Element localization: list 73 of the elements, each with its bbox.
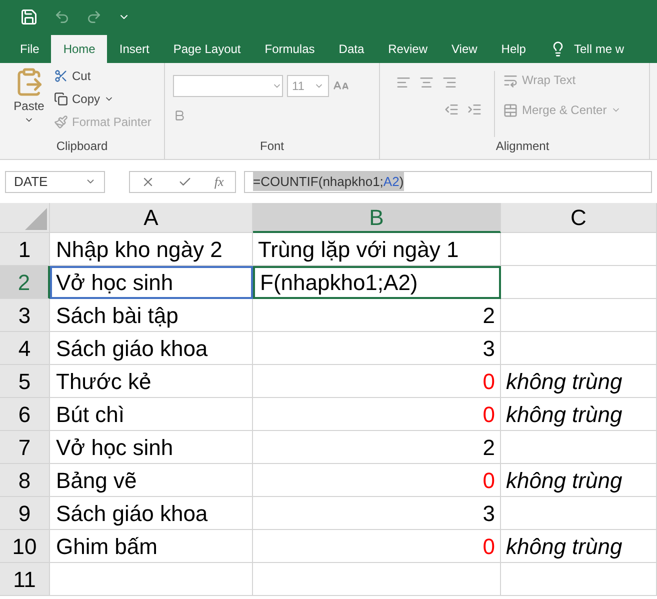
cell-editor[interactable]: F(nhapkho1;A2) (253, 266, 501, 299)
row-header[interactable]: 5 (0, 365, 50, 398)
formula-text: =COUNTIF(nhapkho1;A2) (253, 172, 404, 192)
table-cell: Sách giáo khoa (50, 497, 253, 530)
font-name-field[interactable] (173, 75, 283, 97)
row-header[interactable]: 8 (0, 464, 50, 497)
column-header[interactable]: A (50, 203, 253, 233)
table-cell: Vở học sinh (50, 266, 253, 299)
row-header[interactable]: 6 (0, 398, 50, 431)
column-header[interactable]: B (253, 203, 501, 233)
save-icon[interactable] (20, 8, 38, 26)
table-cell: Bảng vẽ (50, 464, 253, 497)
table-cell: Nhập kho ngày 2 (50, 233, 253, 266)
table-cell: 2 (253, 431, 501, 464)
ribbon-tab[interactable]: View (440, 35, 490, 63)
increase-indent-icon[interactable] (467, 102, 482, 117)
table-cell: Sách giáo khoa (50, 332, 253, 365)
column-header[interactable]: C (501, 203, 657, 233)
decrease-indent-icon[interactable] (444, 102, 459, 117)
group-label: Clipboard (56, 138, 108, 155)
align-bottom-icon[interactable] (442, 75, 457, 90)
group-label: Alignment (496, 138, 550, 155)
wrap-text-icon (503, 72, 518, 88)
table-cell: Vở học sinh (50, 431, 253, 464)
merge-cells-icon (503, 102, 518, 118)
row-header[interactable]: 11 (0, 563, 50, 596)
paintbrush-icon (54, 115, 68, 129)
cut-button[interactable]: Cut (54, 67, 152, 85)
name-box[interactable]: DATE (5, 170, 105, 192)
row-header[interactable]: 9 (0, 497, 50, 530)
table-cell: Sách bài tập (50, 299, 253, 332)
table-cell: 3 (253, 332, 501, 365)
copy-button[interactable]: Copy (54, 90, 152, 108)
row-header[interactable]: 10 (0, 530, 50, 563)
table-cell: không trùng (501, 365, 657, 398)
formula-bar[interactable]: =COUNTIF(nhapkho1;A2) (244, 170, 652, 192)
table-cell: không trùng (501, 464, 657, 497)
table-cell: không trùng (501, 530, 657, 563)
row-header[interactable]: 1 (0, 233, 50, 266)
table-cell: 3 (253, 497, 501, 530)
row-header[interactable]: 2 (0, 266, 50, 299)
align-top-icon[interactable] (396, 75, 411, 90)
paste-button[interactable]: Paste (12, 67, 46, 137)
copy-icon (54, 92, 68, 106)
ribbon-tab[interactable]: Page Layout (161, 35, 253, 63)
table-cell: Thước kẻ (50, 365, 253, 398)
ribbon-tab[interactable]: Data (326, 35, 376, 63)
ribbon-tab[interactable]: Help (489, 35, 538, 63)
row-header[interactable]: 4 (0, 332, 50, 365)
ribbon-tab[interactable]: Formulas (252, 35, 327, 63)
table-cell: 2 (253, 299, 501, 332)
align-middle-icon[interactable] (419, 75, 434, 90)
ribbon-tab[interactable]: Review (376, 35, 440, 63)
tell-me-field[interactable]: Tell me w (574, 40, 624, 58)
table-cell: 0 (253, 365, 501, 398)
group-label: Font (260, 138, 284, 155)
table-cell: 0 (253, 530, 501, 563)
row-header[interactable]: 7 (0, 431, 50, 464)
table-cell: không trùng (501, 398, 657, 431)
table-cell: Bút chì (50, 398, 253, 431)
redo-icon[interactable] (86, 8, 102, 24)
table-cell: Trùng lặp với ngày 1 (253, 233, 501, 266)
bold-icon[interactable] (173, 109, 186, 122)
table-cell: 0 (253, 398, 501, 431)
row-header[interactable]: 3 (0, 299, 50, 332)
ribbon-tab[interactable]: Insert (107, 35, 162, 63)
ribbon-tab[interactable]: File (8, 35, 52, 63)
table-cell: Ghim bấm (50, 530, 253, 563)
insert-function-button[interactable]: fx (214, 172, 224, 192)
ribbon-tab[interactable]: Home (51, 35, 108, 63)
table-cell: 0 (253, 464, 501, 497)
undo-icon[interactable] (54, 8, 70, 24)
scissors-icon (54, 69, 68, 83)
